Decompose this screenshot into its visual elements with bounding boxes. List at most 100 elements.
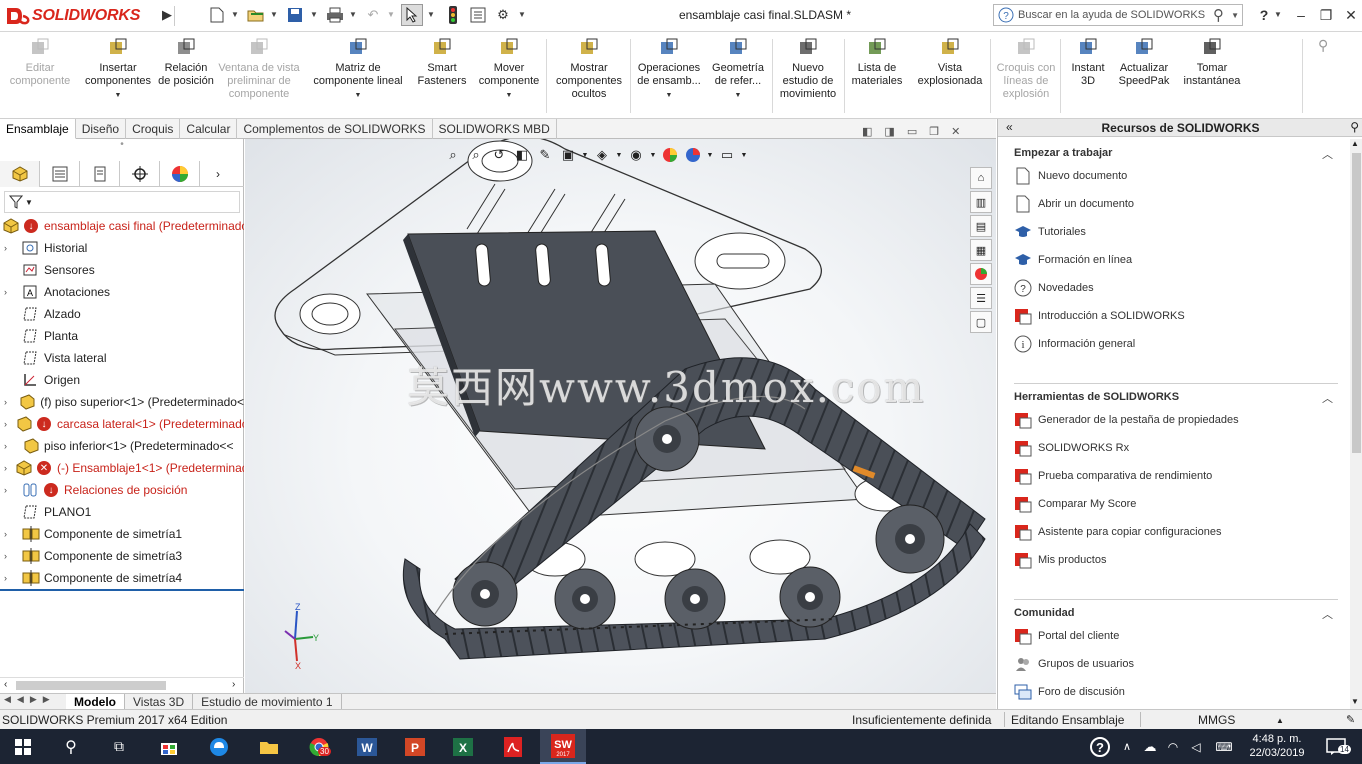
tree-item[interactable]: Alzado	[0, 303, 244, 325]
scroll-down-icon[interactable]: ▼	[1351, 697, 1359, 706]
help-icon[interactable]: ?	[1082, 729, 1118, 764]
previous-view-button[interactable]: ◧	[862, 125, 872, 138]
chevron-down-icon[interactable]: ▼	[506, 89, 513, 102]
chevron-down-icon[interactable]: ▼	[615, 146, 623, 164]
ribbon-button-6[interactable]: Smart Fasteners	[414, 33, 470, 117]
tree-item[interactable]: › Componente de simetría4	[0, 567, 244, 589]
file-properties-icon[interactable]	[467, 4, 489, 26]
save-icon[interactable]	[284, 4, 306, 26]
robot-tank-assembly-model[interactable]	[245, 139, 996, 693]
ribbon-button-11[interactable]: Nuevo estudio de movimiento	[774, 33, 842, 117]
scroll-right-icon[interactable]: ›	[232, 679, 235, 690]
chevron-down-icon[interactable]: ▼	[355, 89, 362, 102]
section-view-icon[interactable]: ◧	[512, 146, 532, 164]
solidworks-taskbar-icon[interactable]: SW 2017	[540, 729, 586, 764]
tab-calcular[interactable]: Calcular	[180, 119, 238, 139]
acrobat-icon[interactable]	[490, 729, 536, 764]
expand-arrow-icon[interactable]: ›	[4, 441, 14, 451]
display-style-icon[interactable]: ◈	[592, 146, 612, 164]
volume-icon[interactable]: ◁	[1184, 729, 1208, 764]
ribbon-button-4[interactable]: Ventana de vista preliminar de component…	[214, 33, 304, 117]
edit-appearance-icon[interactable]	[660, 146, 680, 164]
view-orientation-icon[interactable]: ▣	[558, 146, 578, 164]
scroll-left-icon[interactable]: ‹	[4, 679, 7, 690]
tab-vistas-3d[interactable]: Vistas 3D	[125, 694, 194, 710]
search-commands-icon[interactable]: ⚲	[1318, 37, 1328, 54]
chevron-up-icon[interactable]: ▲	[1276, 716, 1284, 725]
ribbon-button-2[interactable]: Insertar componentes ▼	[82, 33, 154, 117]
ribbon-button-7[interactable]: Mover componente ▼	[476, 33, 542, 117]
file-explorer-icon[interactable]	[246, 729, 292, 764]
resource-link[interactable]: Prueba comparativa de rendimiento	[1014, 465, 1212, 487]
edge-browser-icon[interactable]	[196, 729, 242, 764]
expand-arrow-icon[interactable]: ›	[4, 463, 7, 473]
property-manager-tab-icon[interactable]	[40, 161, 80, 187]
hide-show-items-icon[interactable]: ◉	[626, 146, 646, 164]
windows-start-icon[interactable]	[0, 729, 46, 764]
search-icon[interactable]: ⚲	[48, 729, 94, 764]
onedrive-cloud-icon[interactable]: ☁	[1138, 729, 1162, 764]
feature-manager-tab-icon[interactable]	[0, 161, 40, 187]
expand-arrow-icon[interactable]: ›	[4, 243, 14, 253]
chevron-down-icon[interactable]: ▼	[25, 198, 33, 207]
home-icon[interactable]: ⌂	[970, 167, 992, 189]
horizontal-scrollbar[interactable]: ‹ ›	[0, 677, 244, 693]
chevron-down-icon[interactable]: ▼	[735, 89, 742, 102]
scroll-thumb[interactable]	[16, 681, 166, 690]
tree-root-assembly[interactable]: ↓ ensamblaje casi final (Predeterminado<	[0, 215, 244, 237]
tree-item[interactable]: Vista lateral	[0, 347, 244, 369]
tab-estudio-de-movimiento-1[interactable]: Estudio de movimiento 1	[193, 694, 342, 710]
tab-scroll-arrows-icon[interactable]: ◀◀▶▶	[4, 694, 56, 705]
expand-arrow-icon[interactable]: ›	[4, 397, 10, 407]
tree-item[interactable]: › piso inferior<1> (Predeterminado<<	[0, 435, 244, 457]
ribbon-button-15[interactable]: Instant 3D	[1064, 33, 1112, 117]
resource-link[interactable]: Portal del cliente	[1014, 625, 1119, 647]
solidworks-logo[interactable]: SOLIDWORKS	[4, 4, 140, 28]
chevron-right-icon[interactable]: ›	[200, 161, 236, 187]
resource-link[interactable]: Formación en línea	[1014, 249, 1132, 271]
ribbon-button-3[interactable]: Relación de posición	[158, 33, 214, 117]
wifi-icon[interactable]: ◠	[1162, 729, 1184, 764]
resource-link[interactable]: Grupos de usuarios	[1014, 653, 1134, 675]
tree-item[interactable]: Planta	[0, 325, 244, 347]
chevron-down-icon[interactable]: ▼	[649, 146, 657, 164]
tab-ensamblaje[interactable]: Ensamblaje	[0, 119, 76, 139]
chevron-down-icon[interactable]: ▼	[581, 146, 589, 164]
chevron-down-icon[interactable]: ▼	[270, 10, 278, 20]
rollback-bar[interactable]	[0, 589, 244, 591]
tree-item[interactable]: › A Anotaciones	[0, 281, 244, 303]
ribbon-button-9[interactable]: Operaciones de ensamb... ▼	[632, 33, 706, 117]
collapse-section-icon[interactable]: ︿	[1322, 146, 1333, 162]
collapse-pane-icon[interactable]: «	[1006, 120, 1013, 134]
resource-link[interactable]: Abrir un documento	[1014, 193, 1134, 215]
chrome-icon[interactable]: 30	[296, 729, 342, 764]
resource-link[interactable]: Tutoriales	[1014, 221, 1086, 243]
minimize-button[interactable]: –	[1288, 4, 1314, 26]
chevron-down-icon[interactable]: ▼	[310, 10, 318, 20]
section-title[interactable]: Herramientas de SOLIDWORKS	[1014, 391, 1179, 403]
close-button[interactable]: ✕	[1338, 4, 1362, 26]
resource-link[interactable]: Asistente para copiar configuraciones	[1014, 521, 1221, 543]
dimxpert-tab-icon[interactable]	[120, 161, 160, 187]
ribbon-button-13[interactable]: Vista explosionada	[912, 33, 988, 117]
collapse-section-icon[interactable]: ︿	[1322, 606, 1333, 622]
tree-item[interactable]: › ↓ carcasa lateral<1> (Predeterminado<	[0, 413, 244, 435]
expand-arrow-icon[interactable]: ›	[4, 551, 14, 561]
chevron-down-icon[interactable]: ▼	[1274, 10, 1282, 20]
scroll-up-icon[interactable]: ▲	[1351, 139, 1359, 148]
previous-view-icon[interactable]: ↺	[489, 146, 509, 164]
tab-modelo[interactable]: Modelo	[66, 694, 125, 710]
section-title[interactable]: Empezar a trabajar	[1014, 147, 1112, 159]
task-pane-scrollbar[interactable]: ▲ ▼	[1350, 139, 1362, 709]
ribbon-button-5[interactable]: Matriz de componente lineal ▼	[306, 33, 410, 117]
new-document-icon[interactable]	[206, 4, 228, 26]
taskbar-clock[interactable]: 4:48 p. m. 22/03/2019	[1242, 732, 1312, 760]
help-search-input[interactable]: ? Buscar en la ayuda de SOLIDWORKS ⚲ ▼	[993, 4, 1243, 26]
keyboard-icon[interactable]: ⌨	[1208, 729, 1240, 764]
dynamic-annotation-icon[interactable]: ✎	[535, 146, 555, 164]
tree-item[interactable]: › Historial	[0, 237, 244, 259]
expand-arrow-icon[interactable]: ›	[4, 287, 14, 297]
chevron-up-icon[interactable]: ∧	[1116, 729, 1138, 764]
forum-icon[interactable]: ▢	[970, 311, 992, 333]
expand-arrow-icon[interactable]: ›	[4, 485, 14, 495]
